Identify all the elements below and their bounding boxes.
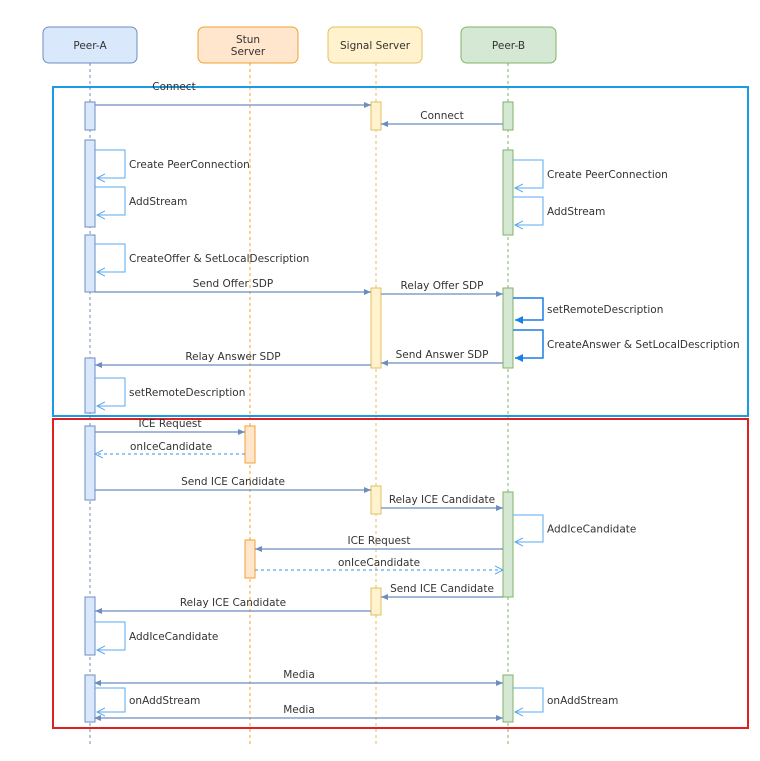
message-relay-ice-candidate[interactable]: Relay ICE Candidate (381, 494, 503, 511)
message-media[interactable]: Media (94, 669, 503, 686)
message-label: setRemoteDescription (547, 304, 663, 316)
message-label: AddStream (129, 196, 187, 208)
message-label: setRemoteDescription (129, 387, 245, 399)
message-addicecandidate[interactable]: AddIceCandidate (95, 621, 218, 650)
participant-label: Peer-B (492, 40, 525, 52)
message-label: CreateOffer & SetLocalDescription (129, 253, 309, 265)
activation-bar (84, 234, 96, 293)
message-send-offer-sdp[interactable]: Send Offer SDP (95, 278, 371, 295)
message-label: onIceCandidate (130, 441, 212, 453)
message-label: AddStream (547, 206, 605, 218)
message-relay-offer-sdp[interactable]: Relay Offer SDP (381, 280, 503, 297)
sequence-diagram: Connect Connect Create PeerConnection AddSt… (42, 26, 749, 745)
activation-bar (370, 287, 382, 369)
activation-bar (502, 674, 514, 723)
message-label: Connect (420, 110, 463, 122)
message-ice-request[interactable]: ICE Request (95, 418, 245, 435)
message-label: Relay ICE Candidate (180, 597, 286, 609)
message-addstream[interactable]: AddStream (513, 196, 605, 225)
message-createanswer-setlocaldescription[interactable]: CreateAnswer & SetLocalDescription (513, 329, 740, 362)
message-label: onAddStream (129, 695, 200, 707)
activation-bar (84, 101, 96, 131)
activation-bar (244, 425, 256, 464)
message-label: AddIceCandidate (547, 524, 636, 536)
participant-label: Stun (236, 34, 260, 46)
activation-bar (370, 485, 382, 515)
ice-phase-frame (52, 418, 749, 729)
activation-bar (502, 287, 514, 369)
message-relay-answer-sdp[interactable]: Relay Answer SDP (95, 351, 371, 368)
message-onicecandidate[interactable]: onIceCandidate (95, 441, 245, 454)
message-onicecandidate[interactable]: onIceCandidate (255, 557, 503, 570)
message-setremotedescription[interactable]: setRemoteDescription (513, 297, 663, 324)
sdp-phase-frame (52, 86, 749, 417)
message-label: ICE Request (347, 535, 410, 547)
message-label: Connect (152, 81, 195, 93)
message-connect[interactable]: Connect (95, 81, 371, 108)
message-createoffer-setlocaldescription[interactable]: CreateOffer & SetLocalDescription (95, 243, 309, 272)
message-setremotedescription[interactable]: setRemoteDescription (95, 377, 245, 406)
message-label: Relay Offer SDP (401, 280, 484, 292)
message-addicecandidate[interactable]: AddIceCandidate (513, 514, 636, 542)
participant-label: Peer-A (73, 40, 107, 52)
message-label: Create PeerConnection (547, 169, 668, 181)
participant-peer-a[interactable]: Peer-A (42, 26, 138, 64)
message-create-peerconnection[interactable]: Create PeerConnection (95, 149, 250, 178)
activation-bar (84, 596, 96, 656)
message-label: Send Offer SDP (193, 278, 273, 290)
participant-peer-b[interactable]: Peer-B (460, 26, 557, 64)
message-label: CreateAnswer & SetLocalDescription (547, 339, 740, 351)
message-addstream[interactable]: AddStream (95, 186, 187, 215)
message-label: Send ICE Candidate (390, 583, 494, 595)
activation-bar (84, 357, 96, 414)
message-label: Send ICE Candidate (181, 476, 285, 488)
activation-bar (370, 101, 382, 131)
message-label: Relay Answer SDP (185, 351, 280, 363)
message-label: AddIceCandidate (129, 631, 218, 643)
activation-bar (84, 674, 96, 723)
message-label: Relay ICE Candidate (389, 494, 495, 506)
message-label: Media (283, 704, 315, 716)
participant-label: Server (231, 46, 266, 58)
message-send-ice-candidate[interactable]: Send ICE Candidate (95, 476, 371, 493)
message-label: onIceCandidate (338, 557, 420, 569)
activation-bar (502, 101, 514, 131)
activation-bar (502, 491, 514, 598)
message-relay-ice-candidate[interactable]: Relay ICE Candidate (95, 597, 371, 614)
message-connect[interactable]: Connect (381, 110, 503, 127)
message-ice-request[interactable]: ICE Request (255, 535, 503, 552)
activation-bar (244, 539, 256, 579)
message-label: Send Answer SDP (396, 349, 489, 361)
participant-signal-server[interactable]: Signal Server (327, 26, 423, 64)
message-send-ice-candidate[interactable]: Send ICE Candidate (381, 583, 503, 600)
activation-bar (502, 149, 514, 236)
message-label: onAddStream (547, 695, 618, 707)
activation-bar (370, 587, 382, 616)
participant-stun-server[interactable]: StunServer (197, 26, 299, 64)
participant-label: Signal Server (340, 40, 411, 52)
activation-bar (84, 139, 96, 228)
message-onaddstream[interactable]: onAddStream (95, 687, 200, 712)
message-send-answer-sdp[interactable]: Send Answer SDP (381, 349, 503, 366)
message-label: Media (283, 669, 315, 681)
message-onaddstream[interactable]: onAddStream (513, 687, 618, 712)
message-label: Create PeerConnection (129, 159, 250, 171)
activation-bar (84, 425, 96, 501)
message-create-peerconnection[interactable]: Create PeerConnection (513, 159, 668, 188)
message-label: ICE Request (138, 418, 201, 430)
